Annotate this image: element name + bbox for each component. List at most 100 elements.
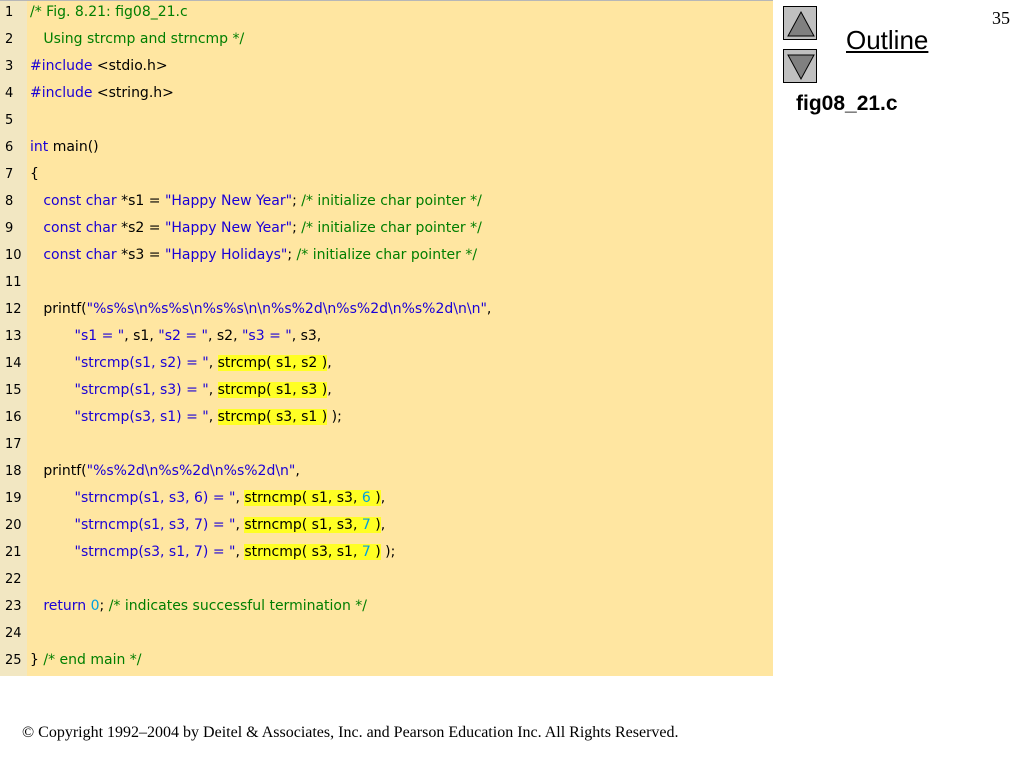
- code-text: const char *s1 = "Happy New Year"; /* in…: [30, 190, 482, 212]
- code-text: } /* end main */: [30, 649, 142, 671]
- code-token: "Happy New Year": [164, 193, 293, 209]
- code-line: 1 /* Fig. 8.21: fig08_21.c: [0, 1, 188, 28]
- code-token: ,: [380, 490, 386, 506]
- line-number: 20: [5, 518, 22, 533]
- code-text: const char *s3 = "Happy Holidays"; /* in…: [30, 244, 477, 266]
- code-token: "strcmp(s1, s2) = ": [74, 355, 209, 371]
- code-text: Using strcmp and strncmp */: [30, 28, 244, 50]
- code-token: const: [43, 220, 82, 236]
- code-line: 25} /* end main */: [0, 649, 142, 676]
- code-token: #include: [30, 85, 93, 101]
- code-token: #include: [30, 58, 93, 74]
- code-line: 9 const char *s2 = "Happy New Year"; /* …: [0, 217, 482, 244]
- code-token: <stdio.h>: [92, 58, 168, 74]
- line-number: 11: [5, 275, 22, 290]
- outline-link[interactable]: Outline: [846, 25, 928, 56]
- code-line: 6 int main(): [0, 136, 99, 163]
- code-token: /* initialize char pointer */: [301, 193, 482, 209]
- code-line: 4 #include <string.h>: [0, 82, 174, 109]
- code-token: strncmp( s3, s1,: [244, 544, 362, 560]
- code-token: *s2 =: [116, 220, 165, 236]
- code-token: "strcmp(s3, s1) = ": [74, 409, 209, 425]
- code-token: ,: [208, 355, 218, 371]
- code-line: 11: [0, 271, 22, 298]
- code-line: 22: [0, 568, 22, 595]
- code-token: char: [85, 247, 117, 263]
- code-token: "Happy New Year": [164, 220, 293, 236]
- code-token: , s3,: [291, 328, 322, 344]
- code-token: strncmp( s1, s3,: [244, 490, 362, 506]
- code-line: 20 "strncmp(s1, s3, 7) = ", strncmp( s1,…: [0, 514, 385, 541]
- code-text: printf("%s%s\n%s%s\n%s%s\n\n%s%2d\n%s%2d…: [30, 298, 491, 320]
- code-text: #include <stdio.h>: [30, 55, 168, 77]
- code-token: Using strcmp and strncmp */: [30, 31, 245, 47]
- line-number: 16: [5, 410, 22, 425]
- line-number: 24: [5, 626, 22, 641]
- line-number: 12: [5, 302, 22, 317]
- code-token: ;: [292, 193, 302, 209]
- triangle-up-icon: [787, 10, 815, 37]
- copyright-notice: © Copyright 1992–2004 by Deitel & Associ…: [22, 724, 679, 741]
- code-token: /* indicates successful termination */: [108, 598, 368, 614]
- code-token: "strncmp(s3, s1, 7) = ": [74, 544, 236, 560]
- line-number: 8: [5, 194, 14, 209]
- code-token: ,: [327, 382, 332, 398]
- code-listing-panel: 1 /* Fig. 8.21: fig08_21.c 2 Using strcmp …: [0, 0, 773, 676]
- code-token: ;: [287, 247, 297, 263]
- line-number: 6: [5, 140, 14, 155]
- code-token: return: [43, 598, 87, 614]
- code-token: );: [380, 544, 396, 560]
- code-token: "strcmp(s1, s3) = ": [74, 382, 209, 398]
- line-number: 23: [5, 599, 22, 614]
- code-token: int: [30, 139, 49, 155]
- code-token: "%s%s\n%s%s\n%s%s\n\n%s%2d\n%s%2d\n%s%2d…: [86, 301, 487, 317]
- code-token: 7: [361, 544, 371, 560]
- code-line: 7{: [0, 163, 39, 190]
- line-number: 18: [5, 464, 22, 479]
- line-number: 13: [5, 329, 22, 344]
- next-slide-button[interactable]: [783, 49, 817, 83]
- code-token: "%s%2d\n%s%2d\n%s%2d\n": [86, 463, 296, 479]
- code-text: "strcmp(s1, s2) = ", strcmp( s1, s2 ),: [30, 352, 332, 374]
- file-name-label: fig08_21.c: [796, 92, 898, 115]
- code-token: const: [43, 193, 82, 209]
- line-number: 17: [5, 437, 22, 452]
- code-token: , s1,: [124, 328, 159, 344]
- code-token: , s2,: [207, 328, 242, 344]
- code-token: const: [43, 247, 82, 263]
- code-token: /* initialize char pointer */: [296, 247, 478, 263]
- code-token: "strncmp(s1, s3, 7) = ": [74, 517, 236, 533]
- previous-slide-button[interactable]: [783, 6, 817, 40]
- code-token: strcmp( s1, s3 ): [217, 382, 328, 398]
- code-token: /* Fig. 8.21: fig08_21.c: [30, 4, 188, 20]
- line-number: 15: [5, 383, 22, 398]
- line-number: 3: [5, 59, 14, 74]
- code-line: 8 const char *s1 = "Happy New Year"; /* …: [0, 190, 482, 217]
- code-line: 5: [0, 109, 22, 136]
- code-text: return 0; /* indicates successful termin…: [30, 595, 367, 617]
- code-text: {: [30, 163, 39, 185]
- code-line: 23 return 0; /* indicates successful ter…: [0, 595, 367, 622]
- code-token: );: [327, 409, 342, 425]
- code-line: 3 #include <stdio.h>: [0, 55, 168, 82]
- line-number: 9: [5, 221, 14, 236]
- code-token: *s1 =: [116, 193, 165, 209]
- code-token: char: [85, 220, 117, 236]
- code-token: strncmp( s1, s3,: [244, 517, 362, 533]
- code-line: 19 "strncmp(s1, s3, 6) = ", strncmp( s1,…: [0, 487, 385, 514]
- code-token: 6: [361, 490, 371, 506]
- code-text: #include <string.h>: [30, 82, 174, 104]
- code-text: "s1 = ", s1, "s2 = ", s2, "s3 = ", s3,: [30, 325, 322, 347]
- code-token: 7: [361, 517, 371, 533]
- code-token: ,: [208, 409, 218, 425]
- code-token: "s1 = ": [74, 328, 125, 344]
- page-number: 35: [992, 8, 1010, 28]
